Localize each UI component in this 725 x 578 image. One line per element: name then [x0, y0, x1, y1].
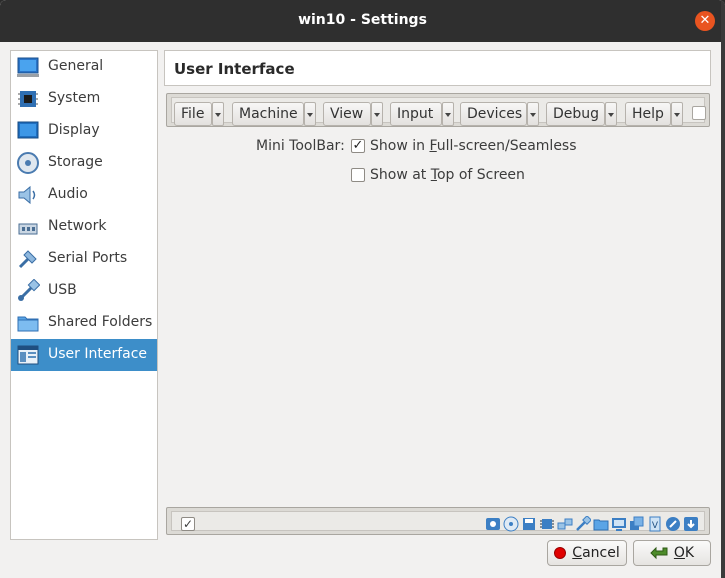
statusbar-editor: ✓ V [166, 507, 710, 535]
sidebar-item-usb[interactable]: USB [11, 275, 157, 307]
window-title: win10 - Settings [298, 12, 427, 28]
menu-debug-dropdown[interactable] [605, 102, 617, 126]
sidebar-item-label: Shared Folders [48, 314, 153, 330]
menu-machine-button[interactable]: Machine [232, 102, 304, 126]
sidebar-item-label: Audio [48, 186, 88, 202]
page-header: User Interface [164, 50, 711, 86]
menu-input-dropdown[interactable] [442, 102, 454, 126]
mouse-integration-indicator-icon[interactable] [665, 516, 681, 532]
mini-toolbar-label: Mini ToolBar: [256, 138, 345, 154]
settings-window: win10 - Settings ✕ General System Displa… [0, 0, 725, 578]
hard-disk-indicator-icon[interactable] [485, 516, 501, 532]
sidebar-item-label: USB [48, 282, 77, 298]
window-edge [721, 0, 725, 578]
show-top-checkbox[interactable] [351, 168, 365, 182]
cancel-label: Cancel [572, 545, 619, 561]
storage-disk-icon [17, 152, 39, 174]
menu-devices-dropdown[interactable] [527, 102, 539, 126]
network-indicator-icon[interactable] [557, 516, 573, 532]
menu-help-dropdown[interactable] [671, 102, 683, 126]
show-fullscreen-mnemonic: F [429, 138, 437, 154]
close-icon: ✕ [699, 13, 711, 28]
sidebar-item-label: Serial Ports [48, 250, 128, 266]
floppy-indicator-icon[interactable] [521, 516, 537, 532]
folder-icon [17, 316, 39, 332]
sidebar-item-audio[interactable]: Audio [11, 179, 157, 211]
sidebar-item-label: General [48, 58, 104, 74]
show-top-text-post: op of Screen [436, 167, 525, 183]
general-icon [17, 57, 39, 77]
ok-icon [650, 546, 668, 560]
dialog-body: General System Display Storage Audio Net… [0, 42, 725, 578]
user-interface-icon [17, 345, 39, 365]
optical-disk-indicator-icon[interactable] [503, 516, 519, 532]
menu-view-dropdown[interactable] [371, 102, 383, 126]
sidebar-item-system[interactable]: System [11, 83, 157, 115]
menubar-enable-checkbox[interactable] [692, 106, 706, 120]
statusbar-enable-checkbox[interactable]: ✓ [181, 517, 195, 531]
sidebar-item-shared-folders[interactable]: Shared Folders [11, 307, 157, 339]
usb-indicator-icon[interactable] [575, 516, 591, 532]
statusbar-editor-inner: ✓ V [171, 511, 705, 534]
ok-mnemonic: O [673, 545, 685, 561]
audio-speaker-icon [18, 185, 36, 205]
menu-file-dropdown[interactable] [212, 102, 224, 126]
system-chip-icon [18, 91, 38, 107]
audio-indicator-icon[interactable] [539, 516, 555, 532]
sidebar-item-user-interface[interactable]: User Interface [11, 339, 157, 371]
menu-view-button[interactable]: View [323, 102, 371, 126]
sidebar-item-storage[interactable]: Storage [11, 147, 157, 179]
shared-folder-indicator-icon[interactable] [593, 516, 609, 532]
cancel-button[interactable]: Cancel [547, 540, 627, 566]
virtualization-indicator-icon[interactable]: V [647, 516, 663, 532]
ok-button[interactable]: OK [633, 540, 711, 566]
sidebar-item-network[interactable]: Network [11, 211, 157, 243]
usb-icon [18, 279, 40, 301]
statusbar-indicators: V [485, 516, 699, 534]
show-fullscreen-text-post: ull-screen/Seamless [436, 138, 577, 154]
menu-input-button[interactable]: Input [390, 102, 442, 126]
sidebar-item-label: Storage [48, 154, 103, 170]
sidebar-item-display[interactable]: Display [11, 115, 157, 147]
svg-text:V: V [652, 521, 659, 531]
menu-help-button[interactable]: Help [625, 102, 671, 126]
sidebar-item-label: Network [48, 218, 107, 234]
close-button[interactable]: ✕ [695, 11, 715, 31]
cancel-icon [554, 547, 567, 559]
sidebar-item-label: Display [48, 122, 100, 138]
display-indicator-icon[interactable] [611, 516, 627, 532]
menu-devices-button[interactable]: Devices [460, 102, 527, 126]
sidebar-item-label: System [48, 90, 101, 106]
menu-machine-dropdown[interactable] [304, 102, 316, 126]
menu-debug-button[interactable]: Debug [546, 102, 605, 126]
cancel-label-rest: ancel [582, 545, 620, 561]
menu-file-button[interactable]: File [174, 102, 212, 126]
sidebar-item-serial-ports[interactable]: Serial Ports [11, 243, 157, 275]
serial-port-icon [18, 250, 37, 269]
recording-indicator-icon[interactable] [629, 516, 645, 532]
ok-label-rest: K [684, 545, 695, 561]
show-fullscreen-text-pre: Show in [370, 138, 430, 154]
title-bar[interactable]: win10 - Settings ✕ [0, 0, 725, 42]
show-fullscreen-label[interactable]: Show in Full-screen/Seamless [370, 138, 577, 154]
keyboard-capture-indicator-icon[interactable] [683, 516, 699, 532]
network-icon [18, 223, 38, 235]
show-top-text-pre: Show at [370, 167, 431, 183]
ok-label: OK [674, 545, 694, 561]
show-top-label[interactable]: Show at Top of Screen [370, 167, 525, 183]
menubar-editor: File Machine View Input Devices Debug He… [166, 93, 710, 127]
cancel-mnemonic: C [572, 545, 583, 561]
menubar-editor-inner: File Machine View Input Devices Debug He… [171, 97, 706, 126]
display-monitor-icon [17, 121, 39, 139]
page-title: User Interface [174, 60, 295, 78]
sidebar-item-label: User Interface [48, 346, 148, 362]
sidebar-item-general[interactable]: General [11, 51, 157, 83]
settings-sidebar: General System Display Storage Audio Net… [10, 50, 158, 540]
show-fullscreen-checkbox[interactable]: ✓ [351, 139, 365, 153]
